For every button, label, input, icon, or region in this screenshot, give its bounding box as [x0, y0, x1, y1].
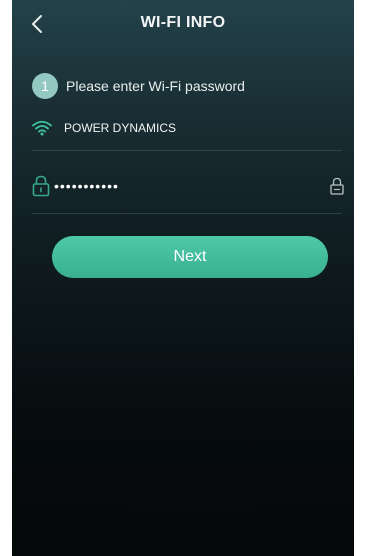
wifi-icon [32, 120, 52, 136]
divider [32, 150, 342, 151]
lock-icon [32, 175, 50, 197]
step-number-badge: 1 [32, 73, 58, 99]
password-input[interactable]: ••••••••••• [54, 174, 314, 198]
step-instruction: 1 Please enter Wi-Fi password [32, 73, 245, 99]
header: WI-FI INFO [12, 0, 354, 50]
next-button[interactable]: Next [52, 236, 328, 278]
network-row: POWER DYNAMICS [32, 118, 176, 138]
password-row: ••••••••••• [32, 174, 344, 198]
lock-outline-icon[interactable] [330, 177, 344, 195]
wifi-info-screen: WI-FI INFO 1 Please enter Wi-Fi password… [12, 0, 354, 556]
divider [32, 213, 342, 214]
step-instruction-text: Please enter Wi-Fi password [66, 78, 245, 94]
page-title: WI-FI INFO [140, 14, 226, 31]
network-name: POWER DYNAMICS [64, 121, 177, 135]
